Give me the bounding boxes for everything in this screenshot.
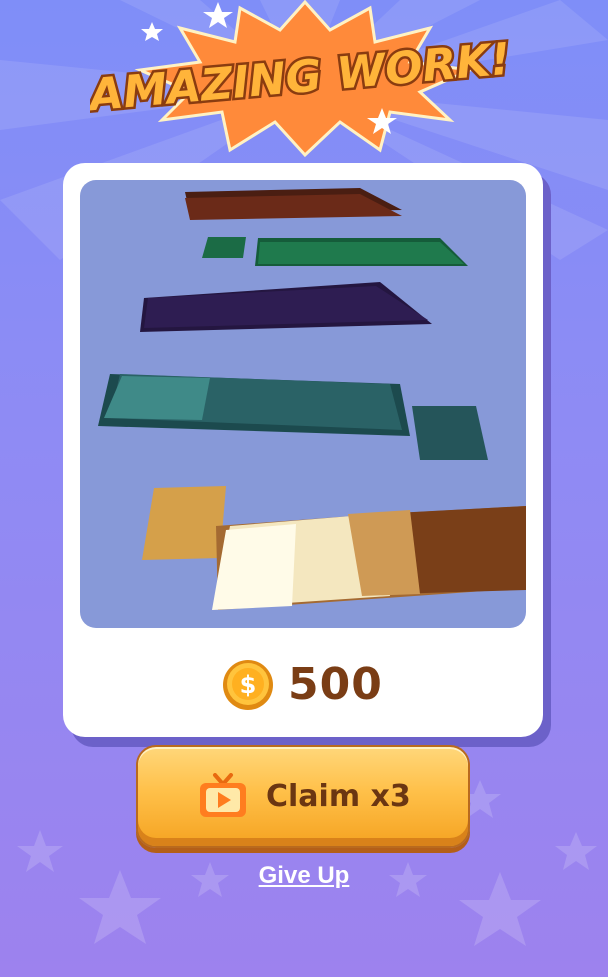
star-icon: [141, 22, 163, 41]
coin-icon: $: [223, 660, 273, 710]
result-preview-image: [80, 180, 526, 628]
reward-amount: 500: [288, 659, 383, 710]
star-icon: [203, 2, 233, 28]
teal-tile-row: [98, 374, 488, 460]
green-tile-row: [202, 237, 468, 266]
purple-tile-row: [140, 282, 432, 332]
reward-display: $ 500: [222, 657, 422, 713]
amazing-work-banner: AMAZING WORK!: [90, 0, 515, 158]
claim-x3-button[interactable]: Claim x3: [136, 745, 470, 848]
gold-tile-row: [142, 486, 526, 610]
coin-symbol: $: [240, 671, 257, 699]
brown-tile-row: [185, 188, 402, 220]
tile-rows-illustration: [98, 188, 526, 610]
give-up-link[interactable]: Give Up: [0, 862, 608, 890]
tv-ad-icon: [200, 773, 246, 817]
claim-button-label: Claim x3: [266, 779, 411, 814]
